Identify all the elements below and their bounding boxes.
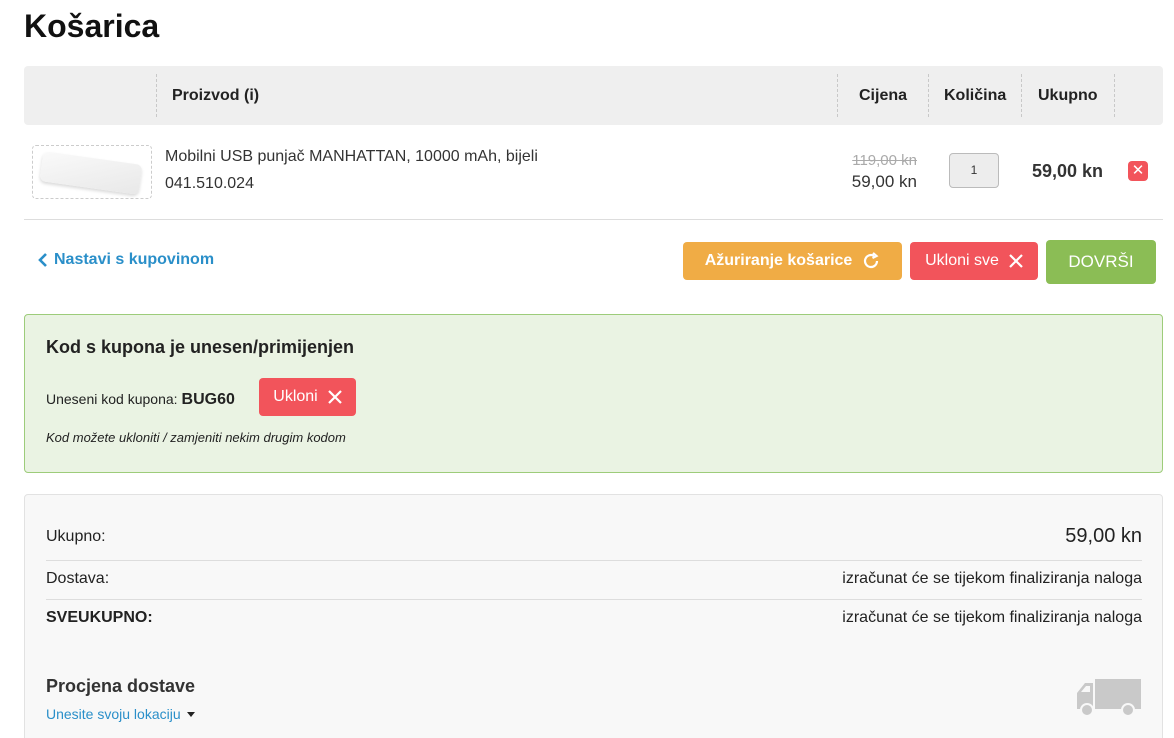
divider — [46, 560, 1142, 561]
remove-item-button[interactable]: ✕ — [1128, 161, 1148, 181]
header-total: Ukupno — [1038, 86, 1098, 104]
remove-all-button[interactable]: Ukloni sve — [910, 242, 1038, 280]
shipping-estimate-title: Procjena dostave — [46, 676, 196, 696]
cart-table-header: Proizvod (i) Cijena Količina Ukupno — [24, 66, 1163, 125]
update-cart-button[interactable]: Ažuriranje košarice — [683, 242, 902, 280]
header-product: Proizvod (i) — [172, 86, 260, 104]
close-icon: ✕ — [1131, 162, 1145, 179]
column-separator — [1114, 74, 1115, 117]
chevron-left-icon — [38, 253, 47, 267]
column-separator — [1021, 74, 1022, 117]
header-price: Cijena — [859, 86, 908, 104]
divider — [46, 599, 1142, 600]
shipping-row: Dostava: izračunat će se tijekom finaliz… — [46, 570, 1142, 588]
subtotal-value: 59,00 kn — [1065, 525, 1142, 547]
header-quantity: Količina — [944, 86, 1007, 104]
remove-coupon-label: Ukloni — [273, 388, 318, 405]
subtotal-label: Ukupno: — [46, 527, 106, 545]
grand-total-value: izračunat će se tijekom finaliziranja na… — [842, 609, 1142, 626]
current-price: 59,00 kn — [851, 172, 917, 191]
remove-all-label: Ukloni sve — [925, 252, 999, 269]
caret-down-icon — [186, 711, 195, 717]
column-separator — [837, 74, 838, 117]
coupon-panel: Kod s kupona je unesen/primijenjen Unese… — [24, 314, 1163, 473]
column-separator — [928, 74, 929, 117]
page-title: Košarica — [24, 8, 160, 44]
update-cart-label: Ažuriranje košarice — [704, 252, 853, 269]
coupon-title: Kod s kupona je unesen/primijenjen — [46, 337, 355, 357]
continue-shopping-link[interactable]: Nastavi s kupovinom — [38, 251, 214, 269]
close-icon — [1009, 254, 1023, 268]
power-bank-image — [39, 151, 143, 195]
finish-button[interactable]: DOVRŠI — [1046, 240, 1156, 284]
subtotal-row: Ukupno: 59,00 kn — [46, 525, 1142, 548]
product-thumbnail[interactable] — [32, 145, 152, 199]
product-code: 041.510.024 — [165, 175, 254, 192]
location-dropdown[interactable]: Unesite svoju lokaciju — [46, 706, 195, 722]
grand-total-row: SVEUKUPNO: izračunat će se tijekom final… — [46, 609, 1142, 627]
quantity-input[interactable]: 1 — [949, 153, 999, 188]
old-price: 119,00 kn — [852, 152, 917, 169]
coupon-note: Kod možete ukloniti / zamjeniti nekim dr… — [46, 430, 346, 445]
remove-coupon-button[interactable]: Ukloni — [259, 378, 356, 416]
close-icon — [327, 390, 342, 404]
shipping-value: izračunat će se tijekom finaliziranja na… — [842, 570, 1142, 587]
continue-shopping-label: Nastavi s kupovinom — [54, 251, 215, 268]
coupon-label: Uneseni kod kupona: — [46, 391, 178, 407]
order-summary: Ukupno: 59,00 kn Dostava: izračunat će s… — [24, 494, 1163, 738]
location-link: Unesite svoju lokaciju — [46, 706, 181, 722]
coupon-label-row: Uneseni kod kupona: BUG60 — [46, 391, 235, 409]
coupon-code: BUG60 — [181, 391, 235, 408]
column-separator — [156, 74, 157, 117]
truck-icon — [1077, 679, 1141, 717]
grand-total-label: SVEUKUPNO: — [46, 609, 153, 626]
refresh-icon — [864, 252, 879, 269]
cart-row: Mobilni USB punjač MANHATTAN, 10000 mAh,… — [24, 125, 1163, 220]
line-total: 59,00 kn — [1032, 161, 1104, 181]
shipping-label: Dostava: — [46, 570, 110, 587]
product-name[interactable]: Mobilni USB punjač MANHATTAN, 10000 mAh,… — [165, 148, 538, 166]
